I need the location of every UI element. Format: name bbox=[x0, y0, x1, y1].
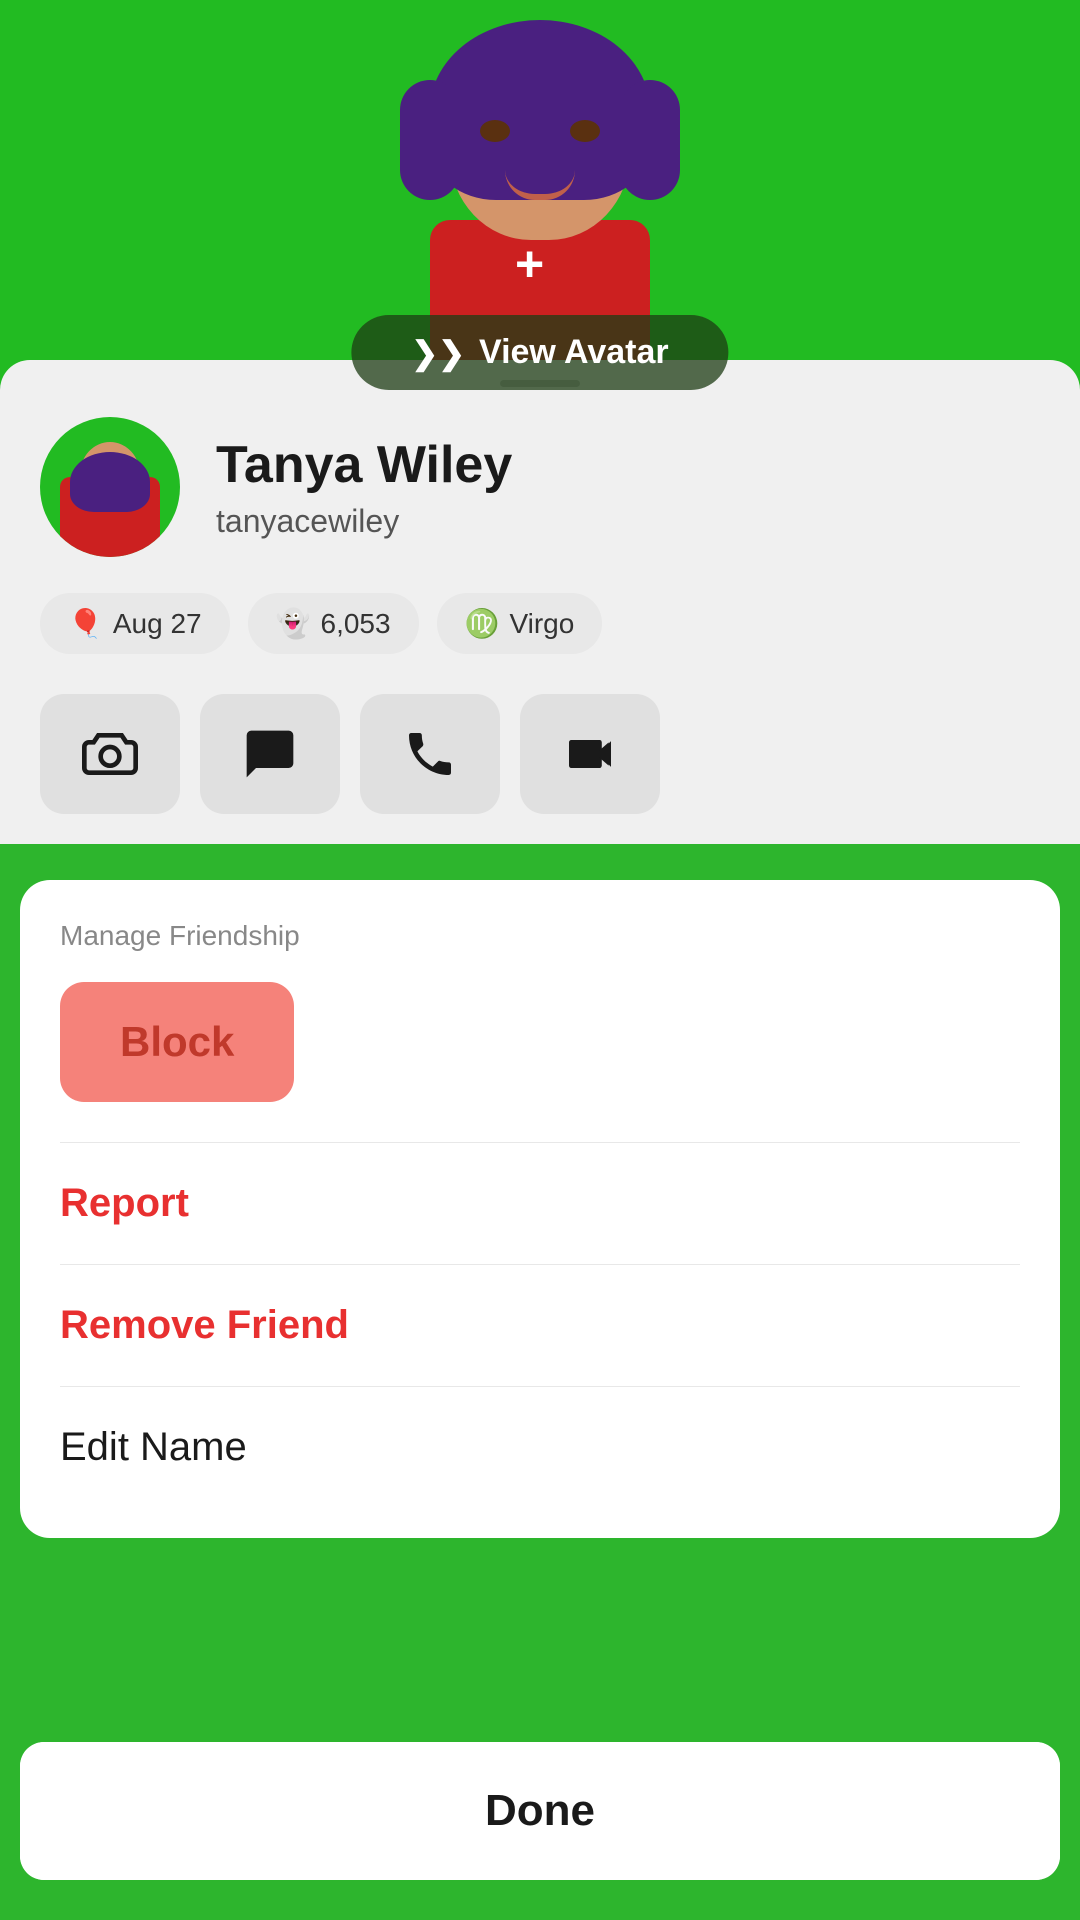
mini-avatar-head bbox=[80, 442, 140, 507]
phone-button[interactable] bbox=[360, 694, 500, 814]
report-button[interactable]: Report bbox=[60, 1153, 1020, 1254]
profile-username: tanyacewiley bbox=[216, 503, 1040, 540]
divider-2 bbox=[60, 1264, 1020, 1265]
edit-name-label: Edit Name bbox=[60, 1425, 247, 1469]
avatar[interactable] bbox=[40, 417, 180, 557]
snapscore-badge[interactable]: 👻 6,053 bbox=[248, 593, 419, 654]
camera-button[interactable] bbox=[40, 694, 180, 814]
chat-button[interactable] bbox=[200, 694, 340, 814]
camera-icon bbox=[82, 726, 138, 782]
profile-card: Tanya Wiley tanyacewiley 🎈 Aug 27 👻 6,05… bbox=[0, 360, 1080, 844]
bitmoji-eyes bbox=[480, 120, 600, 142]
manage-friendship-modal: Manage Friendship Block Report Remove Fr… bbox=[20, 880, 1060, 1538]
chat-icon bbox=[242, 726, 298, 782]
mini-avatar-hair bbox=[70, 452, 150, 512]
phone-icon bbox=[402, 726, 458, 782]
video-icon bbox=[562, 726, 618, 782]
block-button[interactable]: Block bbox=[60, 982, 294, 1102]
avatar-section: ❯❯ View Avatar bbox=[0, 0, 1080, 420]
zodiac-badge[interactable]: ♍ Virgo bbox=[437, 593, 603, 654]
done-section: Done bbox=[20, 1742, 1060, 1880]
divider-1 bbox=[60, 1142, 1020, 1143]
block-label: Block bbox=[120, 1018, 234, 1065]
done-label: Done bbox=[485, 1786, 595, 1835]
view-avatar-button[interactable]: ❯❯ View Avatar bbox=[351, 315, 728, 390]
report-label: Report bbox=[60, 1181, 189, 1225]
edit-name-button[interactable]: Edit Name bbox=[60, 1397, 1020, 1498]
birthday-badge[interactable]: 🎈 Aug 27 bbox=[40, 593, 230, 654]
profile-header: Tanya Wiley tanyacewiley bbox=[40, 417, 1040, 557]
view-avatar-label: View Avatar bbox=[479, 333, 669, 372]
done-button[interactable]: Done bbox=[20, 1742, 1060, 1880]
manage-friendship-title: Manage Friendship bbox=[60, 920, 1020, 952]
zodiac-label: Virgo bbox=[509, 608, 574, 640]
remove-friend-button[interactable]: Remove Friend bbox=[60, 1275, 1020, 1376]
bitmoji-hair-right bbox=[620, 80, 680, 200]
snapscore-label: 6,053 bbox=[321, 608, 391, 640]
bitmoji-cross-symbol bbox=[520, 250, 560, 290]
profile-name: Tanya Wiley bbox=[216, 435, 1040, 495]
bitmoji-eye-left bbox=[480, 120, 510, 142]
bitmoji-hair-left bbox=[400, 80, 460, 200]
ghost-icon: 👻 bbox=[276, 607, 311, 640]
bitmoji-head bbox=[450, 50, 630, 240]
birthday-icon: 🎈 bbox=[68, 607, 103, 640]
remove-friend-label: Remove Friend bbox=[60, 1303, 349, 1347]
profile-badges: 🎈 Aug 27 👻 6,053 ♍ Virgo bbox=[40, 593, 1040, 654]
video-button[interactable] bbox=[520, 694, 660, 814]
divider-3 bbox=[60, 1386, 1020, 1387]
bitmoji-eye-right bbox=[570, 120, 600, 142]
profile-info: Tanya Wiley tanyacewiley bbox=[216, 435, 1040, 540]
virgo-icon: ♍ bbox=[465, 607, 500, 640]
chevron-down-icon: ❯❯ bbox=[411, 334, 465, 372]
action-buttons bbox=[40, 694, 1040, 814]
birthday-label: Aug 27 bbox=[113, 608, 202, 640]
